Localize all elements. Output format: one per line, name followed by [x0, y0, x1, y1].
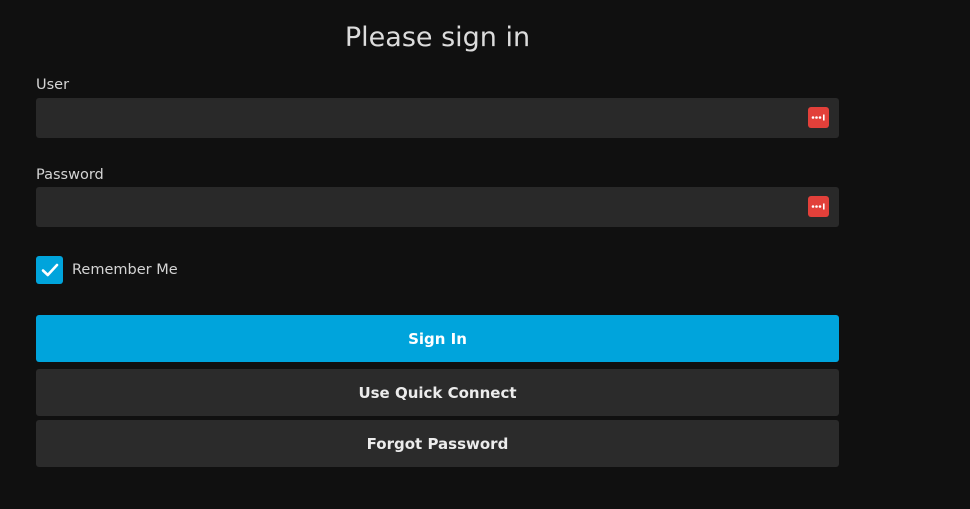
- remember-me-label: Remember Me: [72, 262, 178, 278]
- user-label: User: [36, 77, 70, 93]
- user-field-container: [36, 98, 839, 138]
- password-field-container: [36, 187, 839, 227]
- password-manager-icon[interactable]: [808, 196, 829, 217]
- remember-me-row[interactable]: Remember Me: [36, 256, 178, 284]
- page-title: Please sign in: [344, 22, 531, 53]
- checkmark-icon: [41, 263, 58, 277]
- quick-connect-button[interactable]: Use Quick Connect: [36, 369, 839, 416]
- forgot-password-button[interactable]: Forgot Password: [36, 420, 839, 467]
- login-page: Please sign in User Password Remember Me…: [0, 0, 970, 509]
- user-input[interactable]: [36, 98, 796, 138]
- password-manager-icon[interactable]: [808, 107, 829, 128]
- password-input[interactable]: [36, 187, 796, 227]
- remember-me-checkbox[interactable]: [36, 256, 63, 284]
- password-label: Password: [36, 167, 104, 183]
- sign-in-button[interactable]: Sign In: [36, 315, 839, 362]
